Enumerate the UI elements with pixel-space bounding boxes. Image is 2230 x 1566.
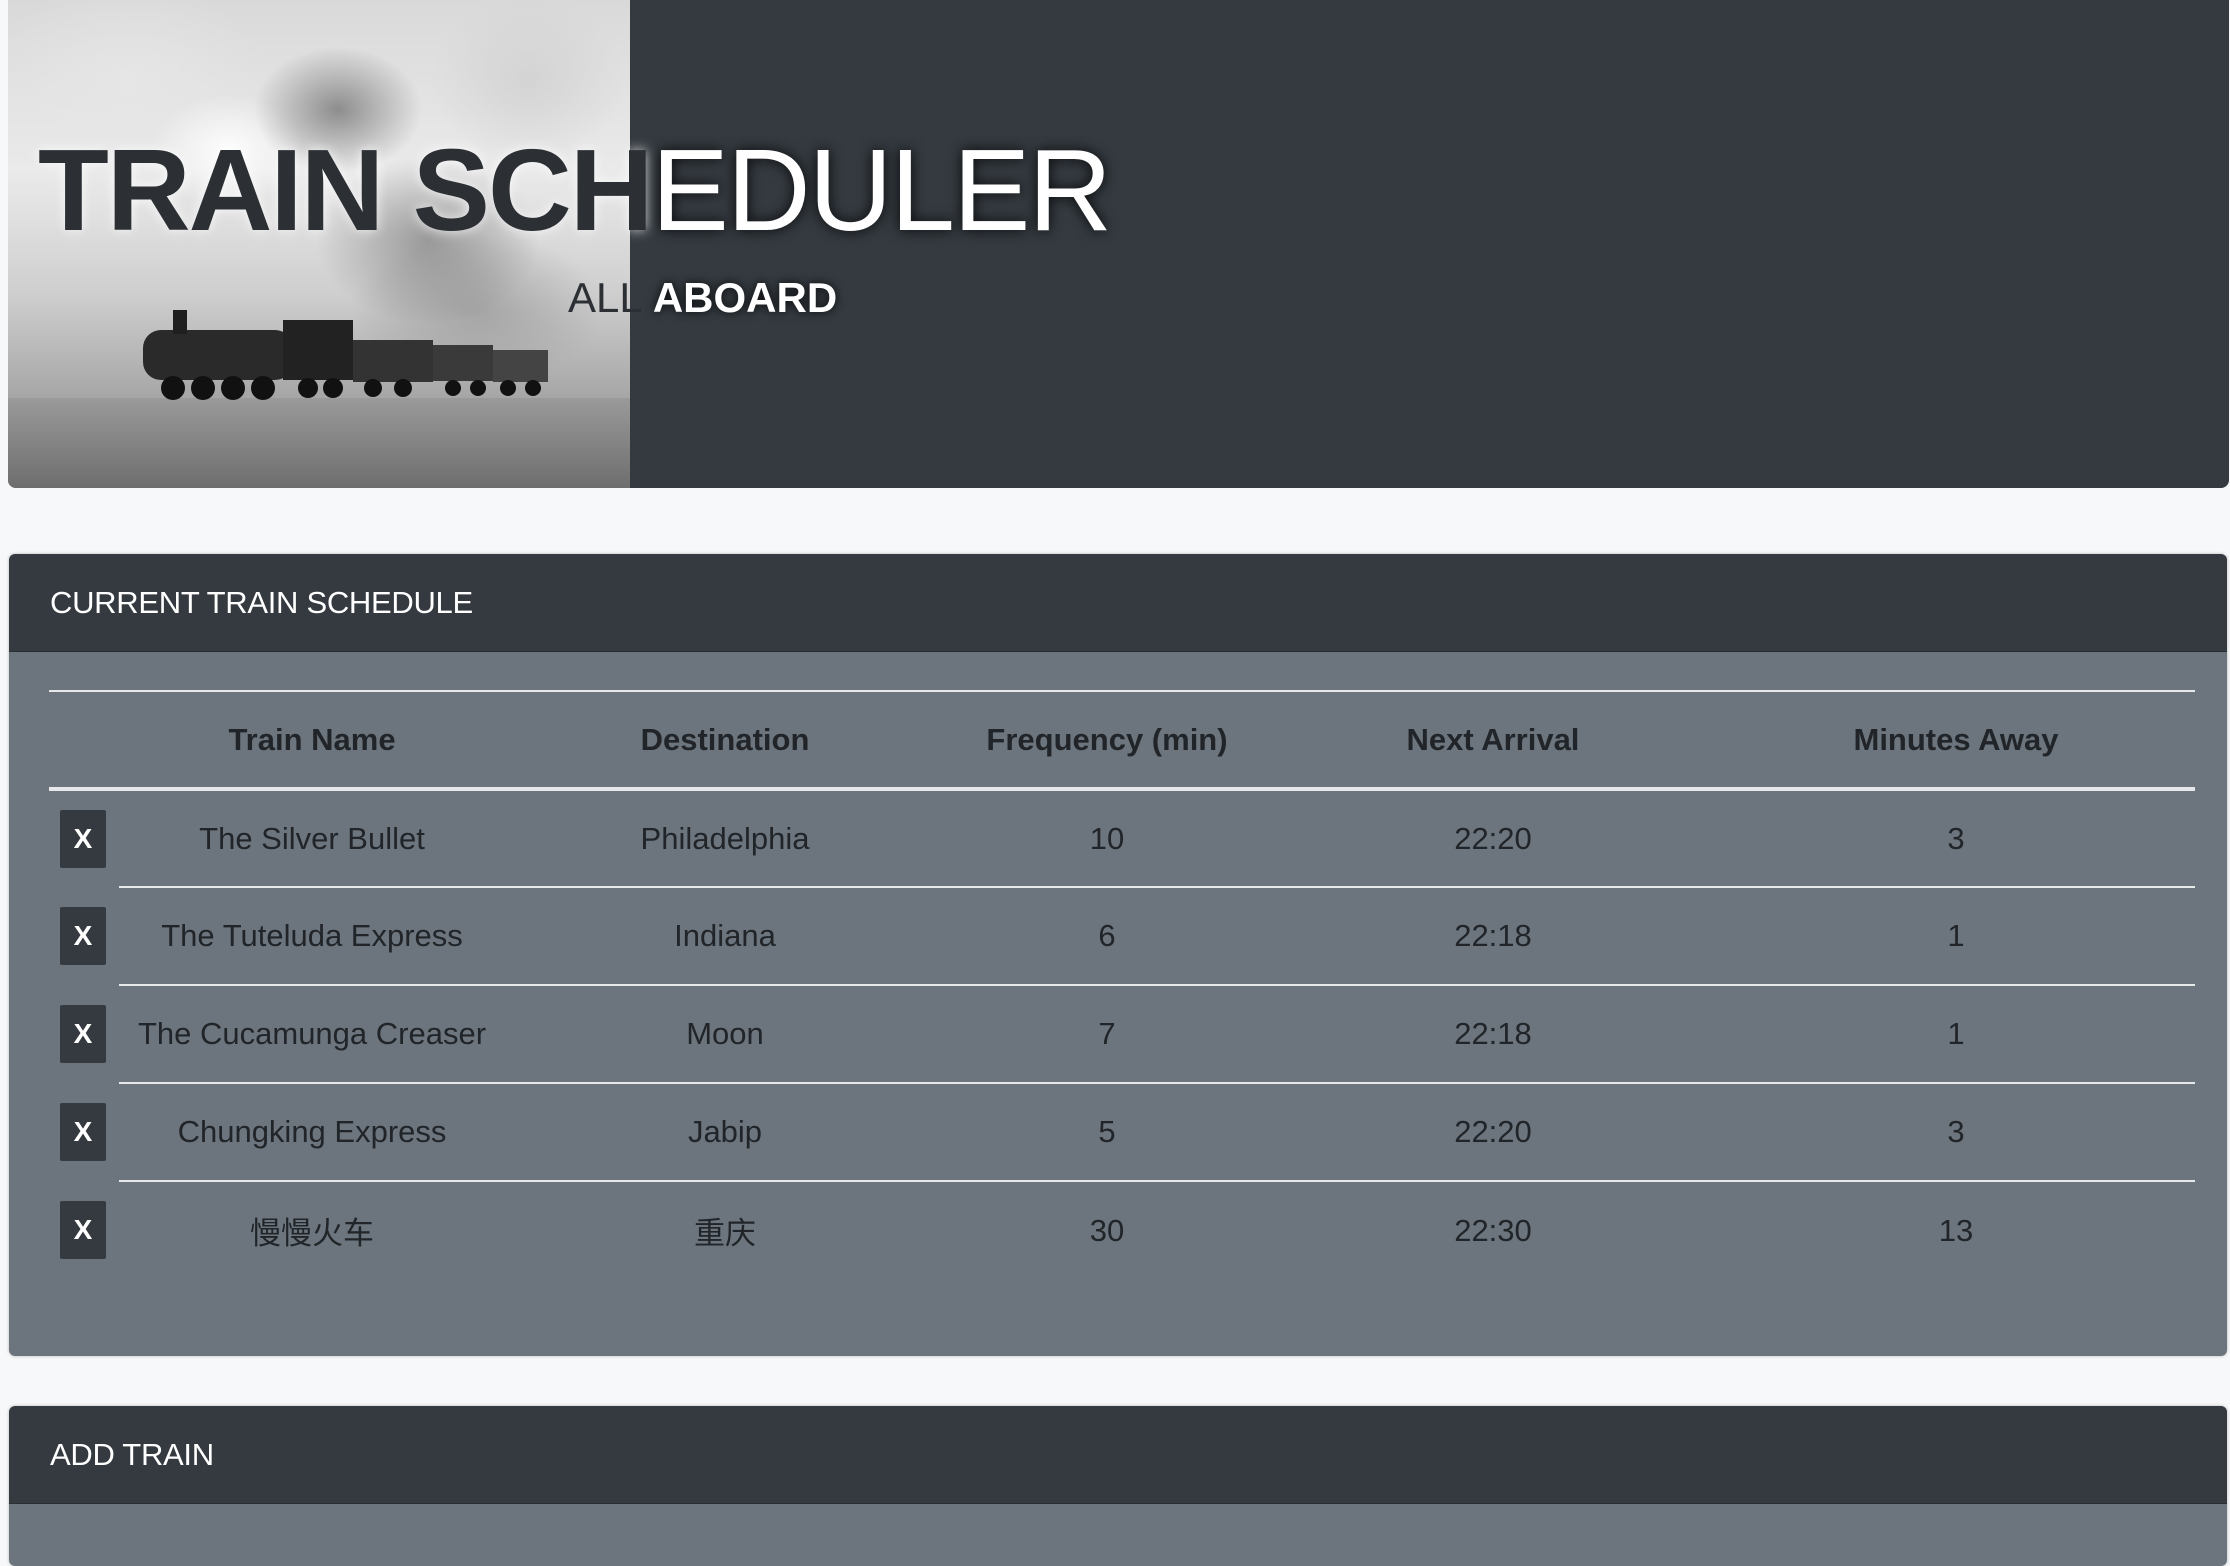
next-arrival-cell: 22:18 [1269, 984, 1717, 1083]
page-subtitle: ALL ABOARD [568, 270, 837, 326]
delete-train-button[interactable]: X [60, 810, 106, 868]
minutes-away-cell: 1 [1717, 886, 2195, 985]
delete-cell: X [49, 789, 119, 887]
delete-train-button[interactable]: X [60, 1005, 106, 1063]
delete-train-button[interactable]: X [60, 1201, 106, 1259]
delete-cell: X [49, 985, 119, 1083]
column-header-delete [49, 691, 119, 789]
train-name-cell: The Silver Bullet [199, 820, 425, 856]
minutes-away-cell: 1 [1717, 984, 2195, 1083]
subtitle-all: ALL [568, 274, 642, 321]
destination-cell: Philadelphia [640, 820, 810, 856]
add-train-card: ADD TRAIN [9, 1406, 2227, 1566]
column-header-next-arrival: Next Arrival [1406, 721, 1580, 757]
frequency-cell: 7 [945, 984, 1269, 1083]
column-header-train-name: Train Name [228, 721, 396, 757]
add-train-card-header: ADD TRAIN [9, 1406, 2227, 1504]
schedule-card: CURRENT TRAIN SCHEDULE Train Name Destin… [9, 554, 2227, 1356]
subtitle-aboard: ABOARD [652, 274, 838, 321]
page-title-light: EDULER [651, 125, 1113, 255]
next-arrival-cell: 22:20 [1454, 820, 1532, 856]
table-row: X Chungking Express Jabip 5 22:20 3 [49, 1082, 2195, 1181]
next-arrival-cell: 22:20 [1269, 1082, 1717, 1181]
minutes-away-cell: 13 [1717, 1180, 2195, 1279]
train-name-cell: The Tuteluda Express [119, 886, 505, 985]
train-name-cell: 慢慢火车 [119, 1180, 505, 1279]
table-row: X The Silver Bullet Philadelphia 10 22:2… [49, 789, 2195, 887]
column-header-frequency: Frequency (min) [986, 721, 1228, 757]
locomotive-silhouette-icon [143, 310, 548, 400]
photo-ground [8, 398, 630, 488]
table-header-row: Train Name Destination Frequency (min) N… [49, 691, 2195, 789]
frequency-cell: 6 [945, 886, 1269, 985]
column-header-minutes-away: Minutes Away [1853, 721, 2059, 757]
schedule-card-body: Train Name Destination Frequency (min) N… [9, 652, 2227, 1356]
delete-train-button[interactable]: X [60, 1103, 106, 1161]
frequency-cell: 10 [1089, 820, 1125, 856]
next-arrival-cell: 22:30 [1269, 1180, 1717, 1279]
minutes-away-cell: 3 [1717, 1082, 2195, 1181]
delete-cell: X [49, 887, 119, 985]
train-name-cell: Chungking Express [119, 1082, 505, 1181]
frequency-cell: 30 [945, 1180, 1269, 1279]
delete-cell: X [49, 1083, 119, 1181]
hero-jumbotron: TRAIN SCHEDULER ALL ABOARD [8, 0, 2229, 488]
minutes-away-cell: 3 [1947, 820, 1965, 856]
schedule-table: Train Name Destination Frequency (min) N… [49, 690, 2195, 1279]
destination-cell: 重庆 [505, 1180, 945, 1279]
table-row: X 慢慢火车 重庆 30 22:30 13 [49, 1180, 2195, 1279]
frequency-cell: 5 [945, 1082, 1269, 1181]
delete-train-button[interactable]: X [60, 907, 106, 965]
page-title: TRAIN SCHEDULER [38, 120, 1113, 260]
train-name-cell: The Cucamunga Creaser [119, 984, 505, 1083]
table-row: X The Cucamunga Creaser Moon 7 22:18 1 [49, 984, 2195, 1083]
delete-cell: X [49, 1181, 119, 1279]
schedule-table-body: X The Silver Bullet Philadelphia 10 22:2… [49, 789, 2195, 1279]
schedule-card-header: CURRENT TRAIN SCHEDULE [9, 554, 2227, 652]
table-row: X The Tuteluda Express Indiana 6 22:18 1 [49, 886, 2195, 985]
destination-cell: Moon [505, 984, 945, 1083]
next-arrival-cell: 22:18 [1269, 886, 1717, 985]
page-title-dark: TRAIN SCH [38, 125, 654, 255]
destination-cell: Jabip [505, 1082, 945, 1181]
add-train-card-body [9, 1504, 2227, 1566]
column-header-destination: Destination [640, 721, 810, 757]
schedule-table-head: Train Name Destination Frequency (min) N… [49, 691, 2195, 789]
destination-cell: Indiana [505, 886, 945, 985]
